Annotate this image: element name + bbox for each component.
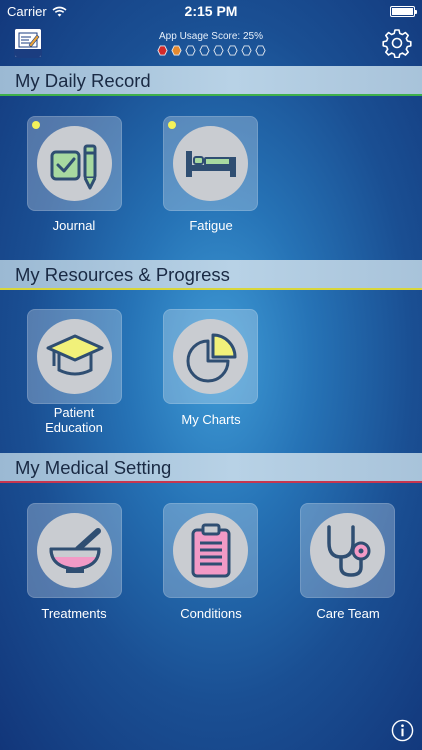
pie-chart-icon	[186, 333, 236, 382]
status-bar: Carrier 2:15 PM	[0, 0, 422, 22]
bed-icon	[185, 150, 236, 177]
section-header-resources-progress: My Resources & Progress	[0, 260, 422, 290]
conditions-tile[interactable]	[163, 503, 258, 598]
stethoscope-icon	[326, 524, 370, 577]
carrier-label: Carrier	[7, 3, 47, 19]
usage-score-label: App Usage Score: 25%	[159, 31, 263, 42]
score-dot-5	[212, 45, 224, 56]
patient-education-label: Patient Education	[45, 405, 103, 435]
usage-score-meter	[0, 45, 422, 56]
info-icon[interactable]	[391, 719, 414, 742]
fatigue-label: Fatigue	[189, 218, 233, 233]
score-dot-8	[254, 45, 266, 56]
care-team-tile[interactable]	[300, 503, 395, 598]
section-divider	[0, 288, 422, 290]
section-title: My Daily Record	[15, 70, 151, 91]
score-dot-6	[226, 45, 238, 56]
section-title: My Medical Setting	[15, 457, 172, 478]
journal-checkbox-pencil-icon	[50, 144, 96, 189]
app-header: App Usage Score: 25%	[0, 22, 422, 66]
section-header-daily-record: My Daily Record	[0, 66, 422, 96]
patient-education-tile[interactable]	[27, 309, 122, 404]
care-team-label: Care Team	[316, 606, 380, 621]
battery-icon	[390, 5, 417, 17]
section-divider	[0, 481, 422, 483]
wifi-icon	[52, 6, 67, 17]
score-dot-3	[184, 45, 196, 56]
treatments-label: Treatments	[41, 606, 107, 621]
settings-gear-icon[interactable]	[382, 28, 412, 58]
score-dot-7	[240, 45, 252, 56]
score-dot-4	[198, 45, 210, 56]
notification-dot	[32, 121, 40, 129]
section-header-medical-setting: My Medical Setting	[0, 453, 422, 483]
score-dot-1	[156, 45, 168, 56]
conditions-label: Conditions	[180, 606, 242, 621]
mortar-pestle-icon	[49, 527, 101, 573]
clipboard-icon	[191, 523, 230, 577]
my-charts-tile[interactable]	[163, 309, 258, 404]
my-charts-label: My Charts	[181, 412, 241, 427]
journal-label: Journal	[52, 218, 96, 233]
section-title: My Resources & Progress	[15, 264, 230, 285]
treatments-tile[interactable]	[27, 503, 122, 598]
fatigue-tile[interactable]	[163, 116, 258, 211]
notification-dot	[168, 121, 176, 129]
score-dot-2	[170, 45, 182, 56]
graduation-cap-icon	[46, 334, 103, 375]
section-divider	[0, 94, 422, 96]
journal-tile[interactable]	[27, 116, 122, 211]
